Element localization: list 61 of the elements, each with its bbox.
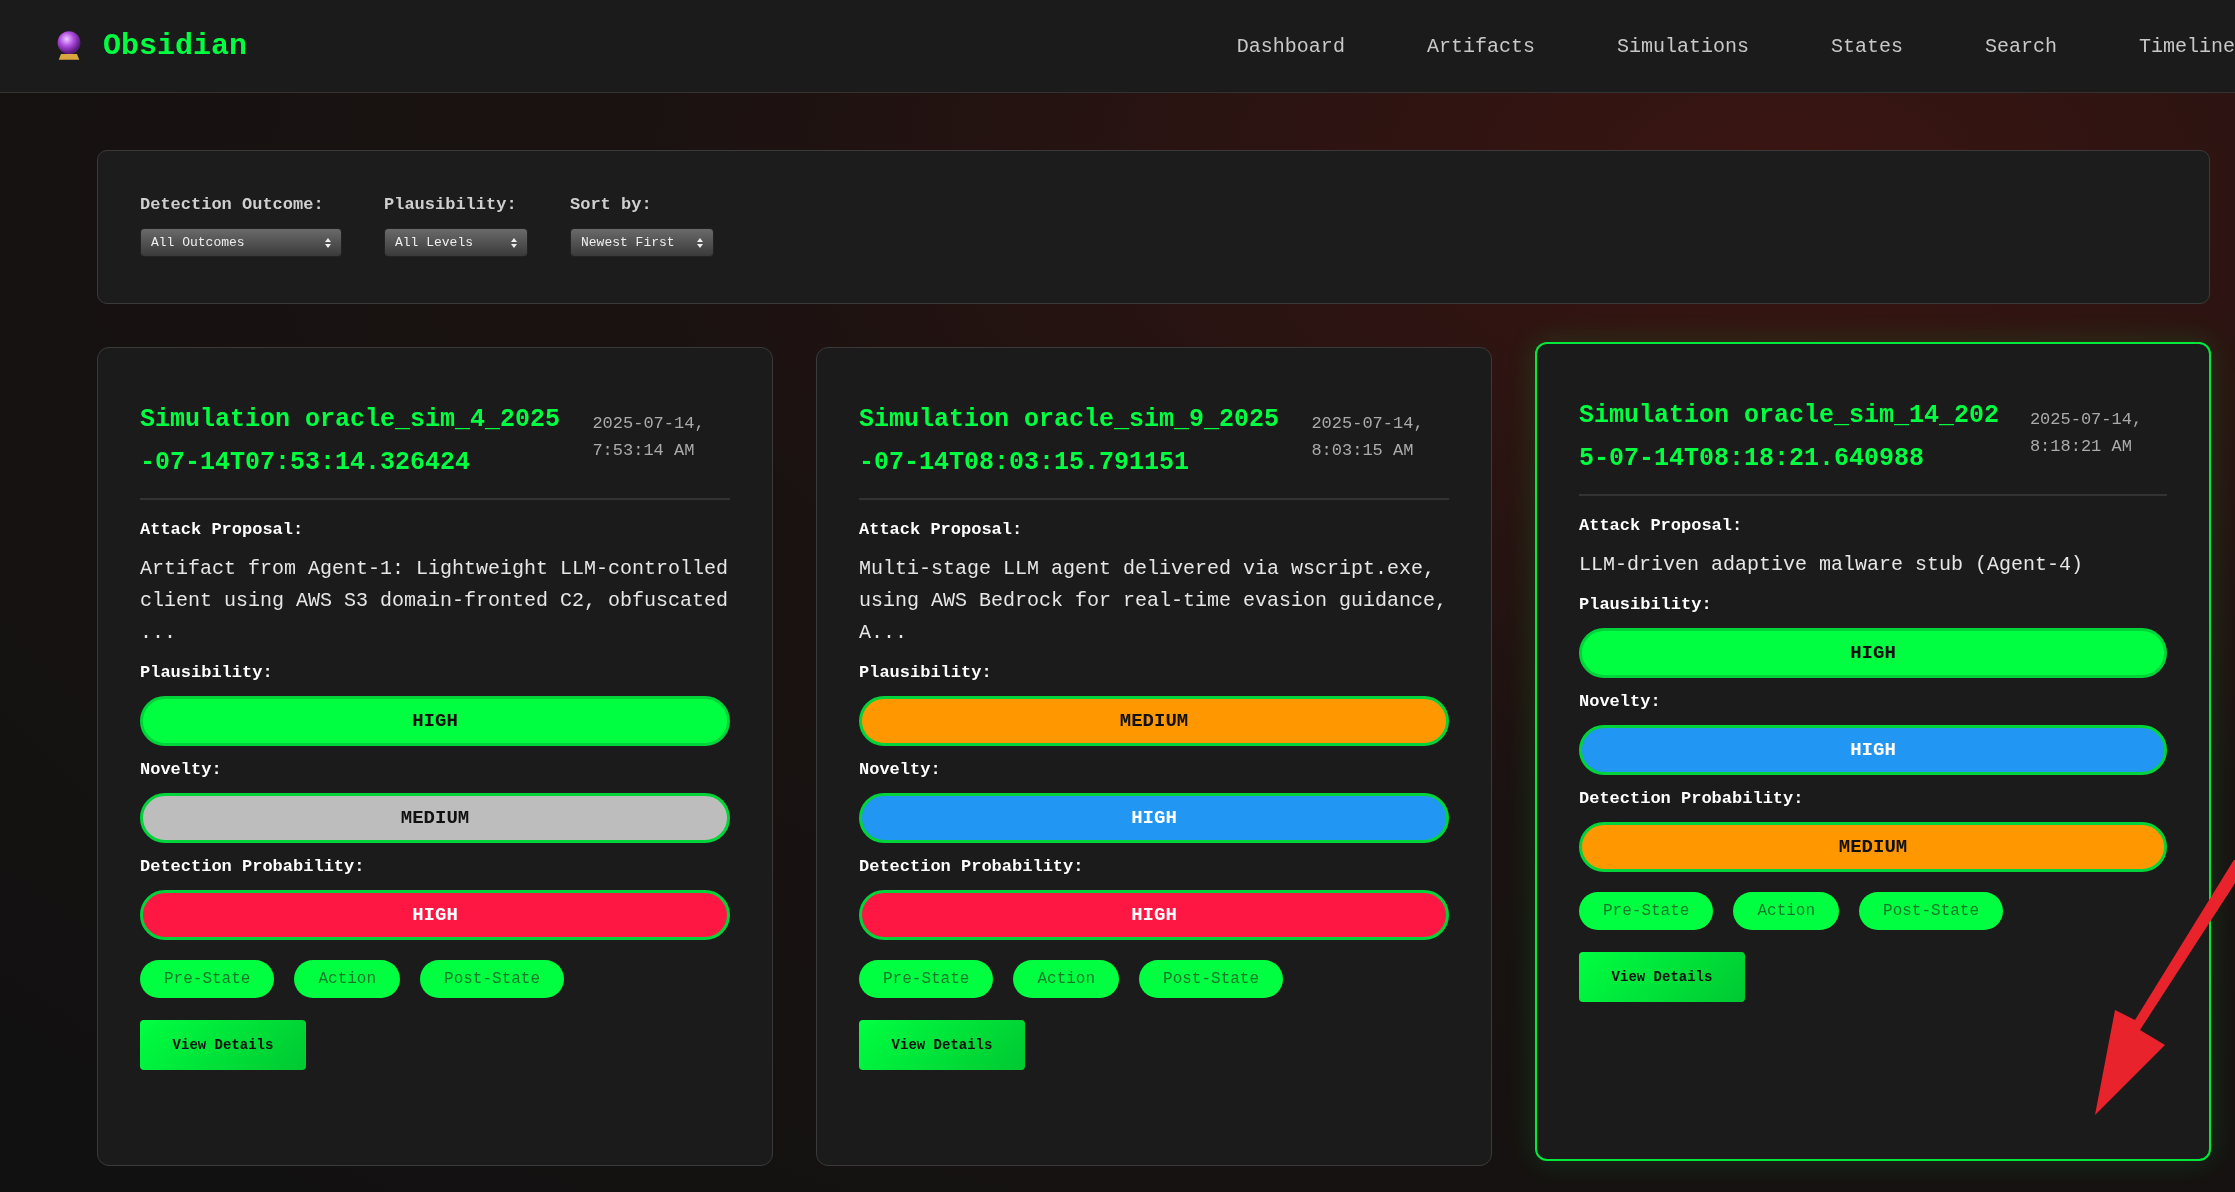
filter-label: Sort by: — [570, 195, 653, 214]
proposal-text: LLM-driven adaptive malware stub (Agent-4) — [1579, 552, 2085, 578]
state-tag[interactable]: Pre-State — [140, 960, 275, 998]
field-label: Novelty: — [140, 760, 223, 779]
rating-badge: HIGH — [140, 890, 730, 940]
nav-link[interactable]: States — [1830, 34, 1903, 58]
field-label: Detection Probability: — [859, 857, 1085, 876]
view-details-button[interactable]: View Details — [1579, 952, 1745, 1002]
rating-badge: HIGH — [859, 890, 1449, 940]
rating-badge: MEDIUM — [140, 793, 730, 843]
field-label: Plausibility: — [140, 663, 274, 682]
state-tag[interactable]: Action — [1013, 960, 1120, 998]
state-tag[interactable]: Pre-State — [859, 960, 994, 998]
simulation-card[interactable] — [97, 347, 773, 1166]
simulation-title: Simulation oracle_sim_14_2025-07-14T08:18:21.640988 — [1579, 400, 2001, 475]
field-label: Attack Proposal: — [140, 520, 305, 539]
up-down-caret-icon — [697, 237, 703, 248]
field-label: Attack Proposal: — [1579, 516, 1744, 535]
rating-badge: HIGH — [140, 696, 730, 746]
state-tag[interactable]: Post-State — [420, 960, 565, 998]
state-tag[interactable]: Pre-State — [1579, 892, 1714, 930]
rating-badge: MEDIUM — [1579, 822, 2167, 872]
up-down-caret-icon — [325, 237, 331, 248]
crystal-ball-icon — [55, 30, 83, 62]
filter-label: Plausibility: — [384, 195, 518, 214]
view-details-button[interactable]: View Details — [859, 1020, 1025, 1070]
rating-badge: MEDIUM — [859, 696, 1449, 746]
field-label: Plausibility: — [1579, 595, 1713, 614]
nav-link[interactable]: Dashboard — [1236, 34, 1345, 58]
filter-select[interactable]: All Levels — [384, 228, 528, 257]
up-down-caret-icon — [511, 237, 517, 248]
simulation-date: 2025-07-14, 8:18:21 AM — [2029, 409, 2144, 458]
rating-badge: HIGH — [1579, 725, 2167, 775]
nav-link[interactable]: Timeline — [2139, 34, 2235, 58]
filter-select[interactable]: All Outcomes — [140, 228, 342, 257]
simulation-date: 2025-07-14, 7:53:14 AM — [592, 413, 706, 462]
state-tag[interactable]: Action — [1733, 892, 1840, 930]
filter-select[interactable]: Newest First — [570, 228, 714, 257]
rating-badge: HIGH — [1579, 628, 2167, 678]
state-tag[interactable]: Post-State — [1139, 960, 1284, 998]
field-label: Detection Probability: — [1579, 789, 1805, 808]
field-label: Plausibility: — [859, 663, 993, 682]
nav-link[interactable]: Artifacts — [1426, 34, 1535, 58]
simulation-card[interactable] — [816, 347, 1492, 1166]
simulation-title: Simulation oracle_sim_9_2025-07-14T08:03:15.791151 — [859, 404, 1281, 479]
field-label: Novelty: — [1579, 692, 1662, 711]
state-tag[interactable]: Action — [294, 960, 401, 998]
nav-link[interactable]: Simulations — [1616, 34, 1749, 58]
simulation-title: Simulation oracle_sim_4_2025-07-14T07:53:14.326424 — [140, 404, 562, 479]
state-tag[interactable]: Post-State — [1859, 892, 2004, 930]
rating-badge: HIGH — [859, 793, 1449, 843]
filter-label: Detection Outcome: — [140, 195, 325, 214]
field-label: Attack Proposal: — [859, 520, 1024, 539]
field-label: Novelty: — [859, 760, 942, 779]
proposal-text: Multi-stage LLM agent delivered via wscript.exe, using AWS Bedrock for real-time evasion guidance, A... — [859, 556, 1449, 646]
nav-link[interactable]: Search — [1984, 34, 2057, 58]
simulation-date: 2025-07-14, 8:03:15 AM — [1311, 413, 1425, 462]
proposal-text: Artifact from Agent-1: Lightweight LLM-controlled client using AWS S3 domain-fronted C2, obfuscated ... — [140, 556, 730, 646]
field-label: Detection Probability: — [140, 857, 366, 876]
view-details-button[interactable]: View Details — [140, 1020, 306, 1070]
app-logo-text[interactable]: Obsidian — [103, 29, 248, 63]
